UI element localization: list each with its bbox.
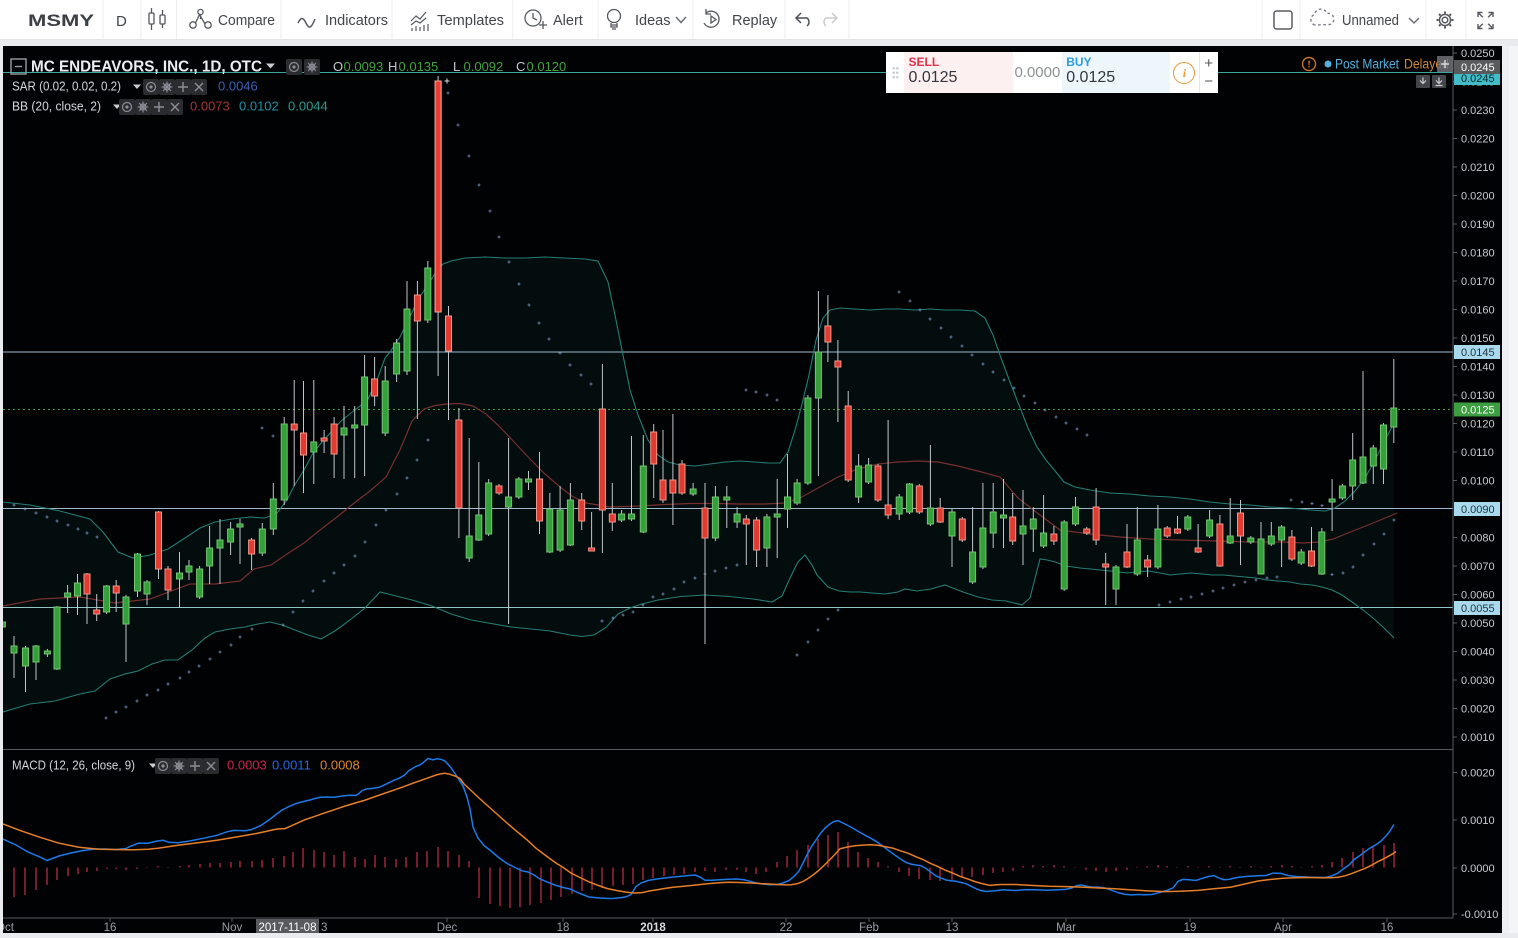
svg-text:Dec: Dec bbox=[437, 922, 458, 933]
svg-text:16: 16 bbox=[1381, 922, 1394, 933]
svg-text:0.0210: 0.0210 bbox=[1461, 162, 1495, 174]
svg-text:0.0080: 0.0080 bbox=[1461, 533, 1495, 545]
svg-text:0.0050: 0.0050 bbox=[1461, 618, 1495, 630]
svg-text:0.0250: 0.0250 bbox=[1461, 48, 1495, 60]
svg-text:0.0130: 0.0130 bbox=[1461, 390, 1495, 402]
svg-text:Mar: Mar bbox=[1056, 922, 1076, 933]
svg-text:D: D bbox=[116, 13, 127, 30]
svg-text:0.0044: 0.0044 bbox=[288, 99, 328, 114]
svg-text:MSMY: MSMY bbox=[28, 12, 94, 30]
svg-text:C: C bbox=[516, 59, 525, 74]
svg-text:0.0100: 0.0100 bbox=[1461, 476, 1495, 488]
svg-text:22: 22 bbox=[780, 922, 793, 933]
svg-text:0.0055: 0.0055 bbox=[1461, 603, 1495, 615]
svg-text:0.0073: 0.0073 bbox=[190, 99, 230, 114]
svg-text:2017-11-08: 2017-11-08 bbox=[259, 922, 317, 933]
svg-text:0.0000: 0.0000 bbox=[1461, 863, 1495, 875]
svg-text:Replay: Replay bbox=[732, 13, 778, 29]
svg-text:Oct: Oct bbox=[3, 922, 15, 933]
svg-text:Templates: Templates bbox=[437, 13, 504, 29]
svg-text:0.0102: 0.0102 bbox=[239, 99, 279, 114]
svg-text:0.0180: 0.0180 bbox=[1461, 248, 1495, 260]
svg-text:Alert: Alert bbox=[553, 13, 583, 29]
svg-text:0.0170: 0.0170 bbox=[1461, 276, 1495, 288]
svg-text:0.0046: 0.0046 bbox=[218, 79, 258, 94]
svg-text:0.0190: 0.0190 bbox=[1461, 219, 1495, 231]
svg-text:0.0245: 0.0245 bbox=[1461, 62, 1495, 74]
svg-text:0.0008: 0.0008 bbox=[320, 758, 360, 773]
svg-text:16: 16 bbox=[104, 922, 117, 933]
svg-text:Feb: Feb bbox=[859, 922, 879, 933]
svg-text:0.0245: 0.0245 bbox=[1461, 73, 1495, 85]
svg-text:MC ENDEAVORS, INC., 1D, OTC: MC ENDEAVORS, INC., 1D, OTC bbox=[31, 59, 262, 76]
svg-text:0.0011: 0.0011 bbox=[272, 758, 311, 773]
svg-text:0.0110: 0.0110 bbox=[1461, 447, 1494, 459]
svg-text:0.0093: 0.0093 bbox=[344, 59, 384, 74]
svg-text:L: L bbox=[453, 59, 460, 74]
svg-text:0.0020: 0.0020 bbox=[1461, 768, 1495, 780]
svg-text:2018: 2018 bbox=[640, 922, 666, 933]
svg-text:0.0003: 0.0003 bbox=[227, 758, 267, 773]
svg-text:0.0070: 0.0070 bbox=[1461, 561, 1495, 573]
svg-text:Post Market: Post Market bbox=[1335, 57, 1399, 72]
svg-text:13: 13 bbox=[946, 922, 959, 933]
svg-text:0.0230: 0.0230 bbox=[1461, 105, 1495, 117]
svg-text:0.0135: 0.0135 bbox=[399, 59, 439, 74]
svg-text:0.0145: 0.0145 bbox=[1461, 347, 1495, 359]
svg-text:Unnamed: Unnamed bbox=[1342, 13, 1399, 29]
svg-text:19: 19 bbox=[1184, 922, 1197, 933]
svg-text:0.0010: 0.0010 bbox=[1461, 732, 1495, 744]
svg-text:0.0150: 0.0150 bbox=[1461, 333, 1495, 345]
svg-text:MACD (12, 26, close, 9): MACD (12, 26, close, 9) bbox=[12, 759, 135, 773]
svg-text:Indicators: Indicators bbox=[325, 13, 388, 29]
svg-text:BB (20, close, 2): BB (20, close, 2) bbox=[12, 100, 101, 114]
svg-text:0.0120: 0.0120 bbox=[1461, 419, 1495, 431]
svg-text:Nov: Nov bbox=[222, 922, 243, 933]
svg-text:O: O bbox=[333, 59, 343, 74]
svg-text:0.0220: 0.0220 bbox=[1461, 134, 1495, 146]
svg-text:0.0160: 0.0160 bbox=[1461, 305, 1495, 317]
svg-text:0.0060: 0.0060 bbox=[1461, 590, 1495, 602]
svg-text:-0.0010: -0.0010 bbox=[1461, 909, 1498, 921]
svg-text:0.0030: 0.0030 bbox=[1461, 675, 1495, 687]
svg-text:Ideas: Ideas bbox=[635, 13, 670, 29]
svg-text:0.0200: 0.0200 bbox=[1461, 191, 1495, 203]
svg-text:0.0120: 0.0120 bbox=[527, 59, 567, 74]
svg-text:Apr: Apr bbox=[1274, 922, 1292, 933]
svg-text:0.0040: 0.0040 bbox=[1461, 647, 1495, 659]
svg-text:SAR (0.02, 0.02, 0.2): SAR (0.02, 0.02, 0.2) bbox=[12, 80, 121, 94]
svg-text:H: H bbox=[388, 59, 397, 74]
svg-text:0.0140: 0.0140 bbox=[1461, 362, 1495, 374]
svg-text:0.0090: 0.0090 bbox=[1461, 504, 1495, 516]
svg-text:3: 3 bbox=[321, 922, 327, 933]
svg-text:Compare: Compare bbox=[218, 13, 275, 29]
svg-text:0.0010: 0.0010 bbox=[1461, 815, 1495, 827]
svg-text:0.0020: 0.0020 bbox=[1461, 704, 1495, 716]
svg-text:0.0092: 0.0092 bbox=[464, 59, 504, 74]
svg-text:18: 18 bbox=[557, 922, 570, 933]
svg-text:0.0125: 0.0125 bbox=[1461, 405, 1495, 417]
svg-text:!: ! bbox=[1307, 60, 1310, 71]
